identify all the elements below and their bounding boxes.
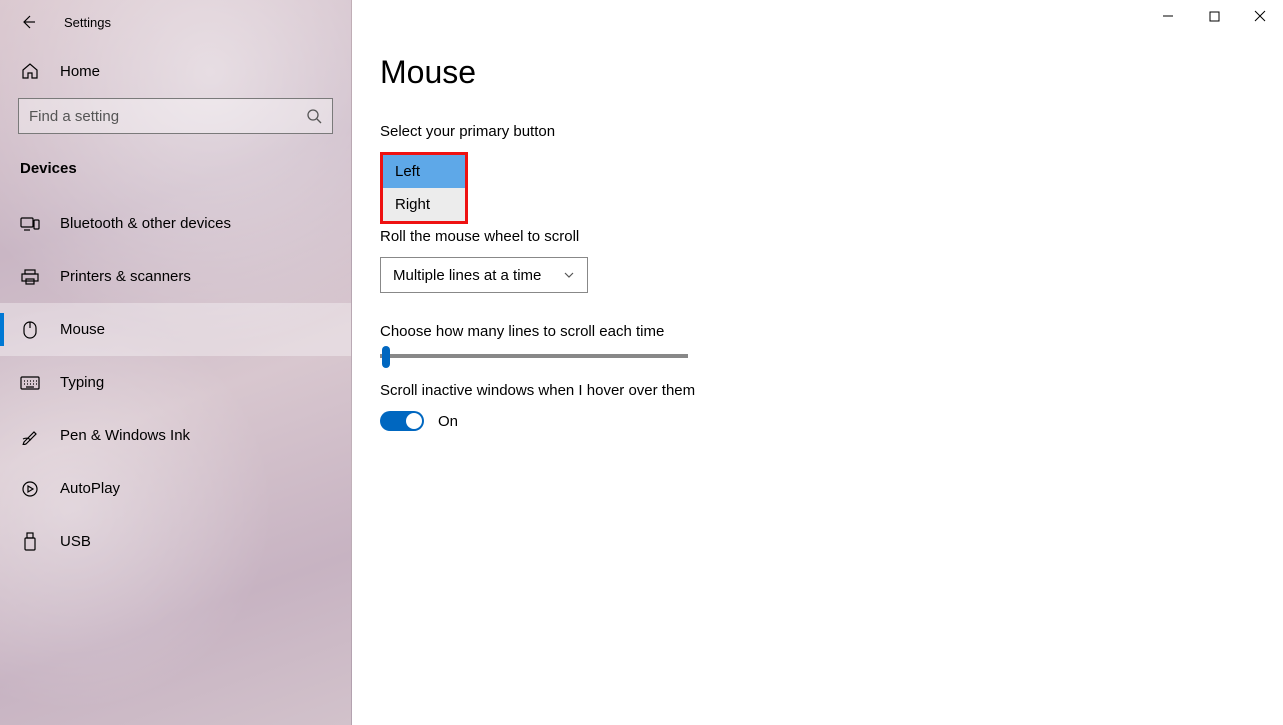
sidebar-item-label: Typing	[60, 374, 104, 391]
primary-button-option-left[interactable]: Left	[383, 155, 465, 188]
arrow-left-icon	[20, 14, 36, 30]
lines-slider-thumb[interactable]	[382, 346, 390, 368]
window-controls	[1145, 0, 1283, 32]
usb-icon	[20, 532, 40, 552]
sidebar-item-printers[interactable]: Printers & scanners	[0, 250, 351, 303]
sidebar-item-label: Pen & Windows Ink	[60, 427, 190, 444]
close-icon	[1254, 10, 1266, 22]
maximize-button[interactable]	[1191, 0, 1237, 32]
sidebar-item-label: Mouse	[60, 321, 105, 338]
sidebar-item-mouse[interactable]: Mouse	[0, 303, 351, 356]
minimize-icon	[1162, 10, 1174, 22]
printer-icon	[20, 269, 40, 285]
inactive-label: Scroll inactive windows when I hover ove…	[380, 382, 1283, 399]
close-button[interactable]	[1237, 0, 1283, 32]
search-icon	[306, 108, 322, 124]
lines-label: Choose how many lines to scroll each tim…	[380, 323, 1283, 340]
primary-button-option-right[interactable]: Right	[383, 188, 465, 221]
page-title: Mouse	[380, 54, 1283, 91]
sidebar-item-label: AutoPlay	[60, 480, 120, 497]
chevron-down-icon	[563, 269, 575, 281]
app-title: Settings	[64, 15, 111, 30]
devices-icon	[20, 216, 40, 232]
sidebar-item-pen[interactable]: Pen & Windows Ink	[0, 409, 351, 462]
sidebar-item-typing[interactable]: Typing	[0, 356, 351, 409]
sidebar-item-label: Printers & scanners	[60, 268, 191, 285]
primary-button-label: Select your primary button	[380, 123, 1283, 140]
home-icon	[20, 62, 40, 80]
sidebar-item-label: USB	[60, 533, 91, 550]
minimize-button[interactable]	[1145, 0, 1191, 32]
search-input[interactable]	[29, 108, 289, 125]
wheel-scroll-dropdown[interactable]: Multiple lines at a time	[380, 257, 588, 293]
keyboard-icon	[20, 376, 40, 390]
main-area: Mouse Select your primary button Left Ri…	[352, 0, 1283, 725]
wheel-scroll-label: Roll the mouse wheel to scroll	[380, 228, 1283, 245]
maximize-icon	[1209, 11, 1220, 22]
primary-button-dropdown-open[interactable]: Left Right	[380, 152, 468, 224]
inactive-toggle[interactable]	[380, 411, 424, 431]
sidebar-item-autoplay[interactable]: AutoPlay	[0, 462, 351, 515]
inactive-state: On	[438, 413, 458, 430]
search-box[interactable]	[18, 98, 333, 134]
section-heading: Devices	[0, 154, 351, 197]
home-label: Home	[60, 63, 100, 80]
home-nav[interactable]: Home	[0, 44, 351, 98]
titlebar: Settings	[0, 0, 351, 44]
sidebar-item-usb[interactable]: USB	[0, 515, 351, 568]
back-button[interactable]	[18, 12, 38, 32]
sidebar-item-bluetooth[interactable]: Bluetooth & other devices	[0, 197, 351, 250]
sidebar-item-label: Bluetooth & other devices	[60, 215, 231, 232]
sidebar: Settings Home Devices Bluetooth & other …	[0, 0, 352, 725]
lines-slider[interactable]	[380, 354, 688, 358]
wheel-scroll-value: Multiple lines at a time	[393, 267, 541, 284]
pen-icon	[20, 427, 40, 445]
toggle-knob	[406, 413, 422, 429]
autoplay-icon	[20, 480, 40, 498]
mouse-icon	[20, 321, 40, 339]
